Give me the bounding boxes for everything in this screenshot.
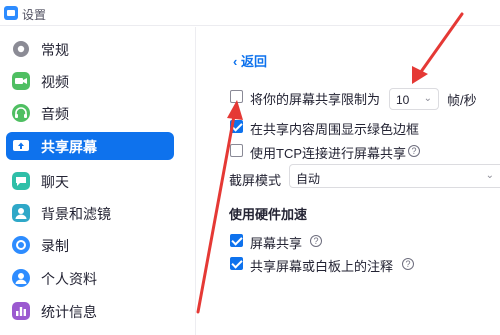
profile-icon — [11, 268, 31, 288]
sidebar-item-background[interactable]: 背景和滤镜 — [6, 199, 174, 227]
sidebar-item-label: 统计信息 — [41, 304, 97, 320]
hw-annotation-checkbox[interactable] — [230, 257, 243, 270]
fps-unit: 帧/秒 — [447, 93, 477, 108]
sidebar-item-profile[interactable]: 个人资料 — [6, 264, 174, 292]
headphones-icon — [11, 103, 31, 123]
sidebar-item-video[interactable]: 视频 — [6, 67, 174, 95]
capture-mode-value: 自动 — [296, 172, 321, 186]
tcp-label: 使用TCP连接进行屏幕共享 — [250, 146, 407, 161]
sidebar-item-label: 背景和滤镜 — [41, 206, 111, 222]
green-border-label: 在共享内容周围显示绿色边框 — [250, 122, 420, 137]
sidebar-item-statistics[interactable]: 统计信息 — [6, 297, 174, 325]
fps-select[interactable]: 10 ⌄ — [389, 88, 439, 110]
chat-icon — [11, 171, 31, 191]
green-border-checkbox[interactable] — [230, 120, 243, 133]
sidebar-item-audio[interactable]: 音频 — [6, 99, 174, 127]
video-icon — [11, 71, 31, 91]
sidebar-item-recording[interactable]: 录制 — [6, 231, 174, 259]
capture-mode-select[interactable]: 自动 ⌄ — [289, 164, 500, 188]
gear-icon — [11, 39, 31, 59]
help-icon[interactable]: ? — [402, 258, 414, 270]
sidebar-item-label: 聊天 — [41, 174, 69, 190]
help-icon[interactable]: ? — [408, 145, 420, 157]
sidebar-item-label: 常规 — [41, 42, 69, 58]
chevron-left-icon: ‹ — [233, 54, 241, 69]
share-screen-settings-panel: ‹ 返回 将你的屏幕共享限制为 10 ⌄ 帧/秒 在共享内容周围显示绿色边框 使… — [197, 27, 500, 335]
statistics-icon — [11, 301, 31, 321]
record-icon — [11, 235, 31, 255]
sidebar-item-label: 音频 — [41, 106, 69, 122]
hw-screen-share-label: 屏幕共享 — [250, 236, 303, 251]
back-link[interactable]: ‹ 返回 — [233, 51, 267, 70]
sidebar-item-share-screen[interactable]: 共享屏幕 — [6, 132, 174, 160]
chevron-down-icon: ⌄ — [423, 93, 432, 104]
share-screen-icon — [11, 136, 31, 156]
hardware-acceleration-title: 使用硬件加速 — [229, 207, 308, 222]
sidebar-item-label: 共享屏幕 — [41, 139, 97, 155]
limit-fps-label: 将你的屏幕共享限制为 — [250, 92, 381, 107]
sidebar-item-label: 录制 — [41, 238, 69, 254]
window-title: 设置 — [22, 8, 47, 22]
tcp-checkbox[interactable] — [230, 144, 243, 157]
limit-fps-checkbox[interactable] — [230, 90, 243, 103]
capture-mode-label: 截屏模式 — [229, 173, 282, 188]
title-bar: 设置 — [0, 0, 500, 26]
fps-value: 10 — [396, 93, 410, 107]
hw-annotation-label: 共享屏幕或白板上的注释 — [250, 259, 394, 274]
back-label: 返回 — [240, 54, 267, 69]
app-logo-icon — [4, 6, 18, 20]
sidebar-item-label: 视频 — [41, 74, 69, 90]
sidebar-item-chat[interactable]: 聊天 — [6, 167, 174, 195]
hw-screen-share-checkbox[interactable] — [230, 234, 243, 247]
help-icon[interactable]: ? — [310, 235, 322, 247]
person-background-icon — [11, 203, 31, 223]
sidebar-item-label: 个人资料 — [41, 271, 97, 287]
chevron-down-icon: ⌄ — [485, 170, 494, 181]
settings-sidebar: 常规 视频 音频 共享屏幕 聊天 背景和滤镜 录制 个人资料 统计信息 — [0, 27, 196, 335]
sidebar-item-general[interactable]: 常规 — [6, 35, 174, 63]
